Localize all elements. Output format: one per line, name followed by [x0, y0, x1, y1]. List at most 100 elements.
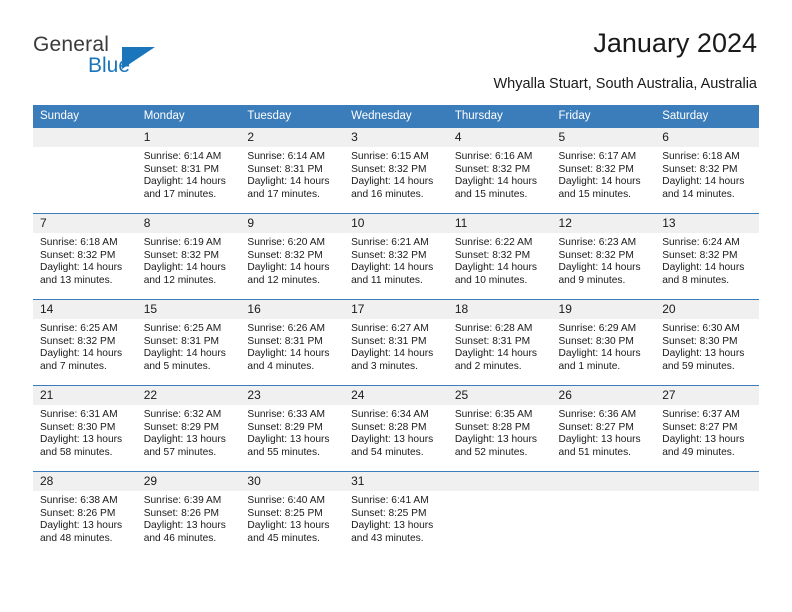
day-number-cell[interactable]: 26 — [551, 385, 656, 405]
day-number-cell[interactable]: 17 — [344, 299, 448, 319]
sunrise-text: Sunrise: 6:17 AM — [558, 151, 637, 162]
day-number-cell[interactable]: 9 — [240, 213, 345, 233]
daylight-text-line1: Daylight: 14 hours — [454, 176, 537, 188]
day-number-cell[interactable]: 4 — [447, 127, 552, 147]
sunrise-text: Sunrise: 6:25 AM — [40, 323, 118, 334]
calendar-table: Sunday Monday Tuesday Wednesday Thursday… — [33, 105, 759, 555]
daylight-text-line2: and 15 minutes. — [454, 188, 528, 200]
day-number-cell[interactable]: 28 — [33, 471, 137, 491]
week-5-details: Sunrise: 6:38 AM Sunset: 8:26 PM Dayligh… — [33, 491, 759, 555]
sunset-text: Sunset: 8:32 PM — [40, 335, 116, 347]
sunset-text: Sunset: 8:29 PM — [247, 421, 323, 433]
day-number-cell[interactable]: 7 — [33, 213, 137, 233]
daylight-text-line2: and 15 minutes. — [558, 188, 632, 200]
general-blue-logo[interactable]: General Blue — [33, 33, 193, 81]
sunrise-text: Sunrise: 6:14 AM — [247, 151, 325, 162]
sunrise-text: Sunrise: 6:27 AM — [351, 323, 429, 334]
day-number-cell[interactable]: 16 — [240, 299, 345, 319]
logo-text-blue: Blue — [88, 54, 131, 77]
day-detail-cell: Sunrise: 6:16 AM Sunset: 8:32 PM Dayligh… — [447, 147, 552, 214]
day-number-cell[interactable]: 31 — [344, 471, 448, 491]
sunset-text: Sunset: 8:32 PM — [558, 249, 634, 261]
day-detail-cell: Sunrise: 6:26 AM Sunset: 8:31 PM Dayligh… — [240, 319, 345, 386]
day-detail-cell: Sunrise: 6:17 AM Sunset: 8:32 PM Dayligh… — [551, 147, 656, 214]
daylight-text-line1: Daylight: 13 hours — [351, 520, 434, 532]
sunrise-text: Sunrise: 6:37 AM — [662, 409, 740, 420]
sunrise-text: Sunrise: 6:24 AM — [662, 237, 740, 248]
day-number-cell[interactable]: 19 — [551, 299, 656, 319]
sunset-text: Sunset: 8:32 PM — [662, 163, 738, 175]
sunrise-text: Sunrise: 6:32 AM — [143, 409, 222, 420]
daylight-text-line1: Daylight: 14 hours — [247, 176, 330, 188]
day-number-cell[interactable]: 6 — [655, 127, 759, 147]
daylight-text-line2: and 17 minutes. — [143, 188, 217, 200]
day-number-cell[interactable]: 10 — [344, 213, 448, 233]
week-3-details: Sunrise: 6:25 AM Sunset: 8:32 PM Dayligh… — [33, 319, 759, 386]
day-number-cell[interactable]: 13 — [655, 213, 759, 233]
day-number-cell[interactable]: 27 — [655, 385, 759, 405]
day-number-cell[interactable]: 11 — [447, 213, 552, 233]
sunrise-text: Sunrise: 6:22 AM — [454, 237, 533, 248]
day-number-cell[interactable]: 1 — [136, 127, 241, 147]
page-subtitle-location: Whyalla Stuart, South Australia, Austral… — [493, 76, 757, 92]
daylight-text-line2: and 51 minutes. — [558, 446, 632, 458]
sunrise-text: Sunrise: 6:28 AM — [454, 323, 533, 334]
sunrise-text: Sunrise: 6:30 AM — [662, 323, 740, 334]
sunrise-text: Sunrise: 6:41 AM — [351, 495, 429, 506]
day-number-cell[interactable]: 25 — [447, 385, 552, 405]
sunset-text: Sunset: 8:28 PM — [454, 421, 531, 433]
page-title: January 2024 — [593, 28, 757, 58]
day-number-cell[interactable]: 8 — [136, 213, 241, 233]
daylight-text-line1: Daylight: 14 hours — [662, 176, 745, 188]
sunset-text: Sunset: 8:32 PM — [40, 249, 116, 261]
daylight-text-line1: Daylight: 13 hours — [40, 520, 123, 532]
daylight-text-line1: Daylight: 14 hours — [662, 262, 745, 274]
daylight-text-line2: and 57 minutes. — [143, 446, 217, 458]
sunrise-text: Sunrise: 6:31 AM — [40, 409, 118, 420]
day-number-cell[interactable]: 15 — [136, 299, 241, 319]
day-number-cell[interactable]: 24 — [344, 385, 448, 405]
daylight-text-line1: Daylight: 14 hours — [247, 348, 330, 360]
sunset-text: Sunset: 8:25 PM — [247, 507, 323, 519]
day-number-cell — [551, 471, 656, 491]
daylight-text-line1: Daylight: 13 hours — [454, 434, 537, 446]
sunrise-text: Sunrise: 6:36 AM — [558, 409, 637, 420]
sunset-text: Sunset: 8:32 PM — [143, 249, 220, 261]
day-number-cell[interactable]: 29 — [136, 471, 241, 491]
day-number-cell[interactable]: 30 — [240, 471, 345, 491]
sunrise-text: Sunrise: 6:19 AM — [143, 237, 222, 248]
day-detail-cell: Sunrise: 6:14 AM Sunset: 8:31 PM Dayligh… — [240, 147, 345, 214]
day-number-cell[interactable]: 22 — [136, 385, 241, 405]
day-number-cell[interactable]: 5 — [551, 127, 656, 147]
weekday-header-friday: Friday — [551, 105, 656, 128]
sunset-text: Sunset: 8:30 PM — [40, 421, 116, 433]
day-number-cell[interactable]: 23 — [240, 385, 345, 405]
day-detail-cell: Sunrise: 6:39 AM Sunset: 8:26 PM Dayligh… — [136, 491, 241, 555]
day-number-cell[interactable]: 3 — [344, 127, 448, 147]
day-number-cell[interactable]: 21 — [33, 385, 137, 405]
day-number-cell[interactable]: 18 — [447, 299, 552, 319]
sunset-text: Sunset: 8:32 PM — [454, 163, 531, 175]
day-number-cell[interactable]: 14 — [33, 299, 137, 319]
day-detail-cell — [33, 147, 137, 214]
day-detail-cell: Sunrise: 6:22 AM Sunset: 8:32 PM Dayligh… — [447, 233, 552, 300]
day-detail-cell: Sunrise: 6:41 AM Sunset: 8:25 PM Dayligh… — [344, 491, 448, 555]
daylight-text-line2: and 1 minute. — [558, 360, 621, 372]
sunrise-text: Sunrise: 6:16 AM — [454, 151, 533, 162]
day-number-cell[interactable]: 12 — [551, 213, 656, 233]
day-detail-cell: Sunrise: 6:35 AM Sunset: 8:28 PM Dayligh… — [447, 405, 552, 472]
day-detail-cell: Sunrise: 6:14 AM Sunset: 8:31 PM Dayligh… — [136, 147, 241, 214]
daylight-text-line2: and 7 minutes. — [40, 360, 107, 372]
day-number-cell[interactable]: 20 — [655, 299, 759, 319]
calendar-page: General Blue January 2024 Whyalla Stuart… — [0, 0, 792, 612]
day-detail-cell: Sunrise: 6:33 AM Sunset: 8:29 PM Dayligh… — [240, 405, 345, 472]
sunrise-text: Sunrise: 6:25 AM — [143, 323, 222, 334]
day-number-cell[interactable]: 2 — [240, 127, 345, 147]
day-detail-cell: Sunrise: 6:23 AM Sunset: 8:32 PM Dayligh… — [551, 233, 656, 300]
daylight-text-line2: and 14 minutes. — [662, 188, 735, 200]
calendar-body: 1 2 3 4 5 6 Sunrise: 6:14 AM Sunset: 8:3… — [33, 127, 759, 555]
daylight-text-line2: and 11 minutes. — [351, 274, 423, 286]
sunrise-text: Sunrise: 6:14 AM — [143, 151, 222, 162]
sunrise-text: Sunrise: 6:18 AM — [40, 237, 118, 248]
daylight-text-line1: Daylight: 13 hours — [143, 434, 226, 446]
